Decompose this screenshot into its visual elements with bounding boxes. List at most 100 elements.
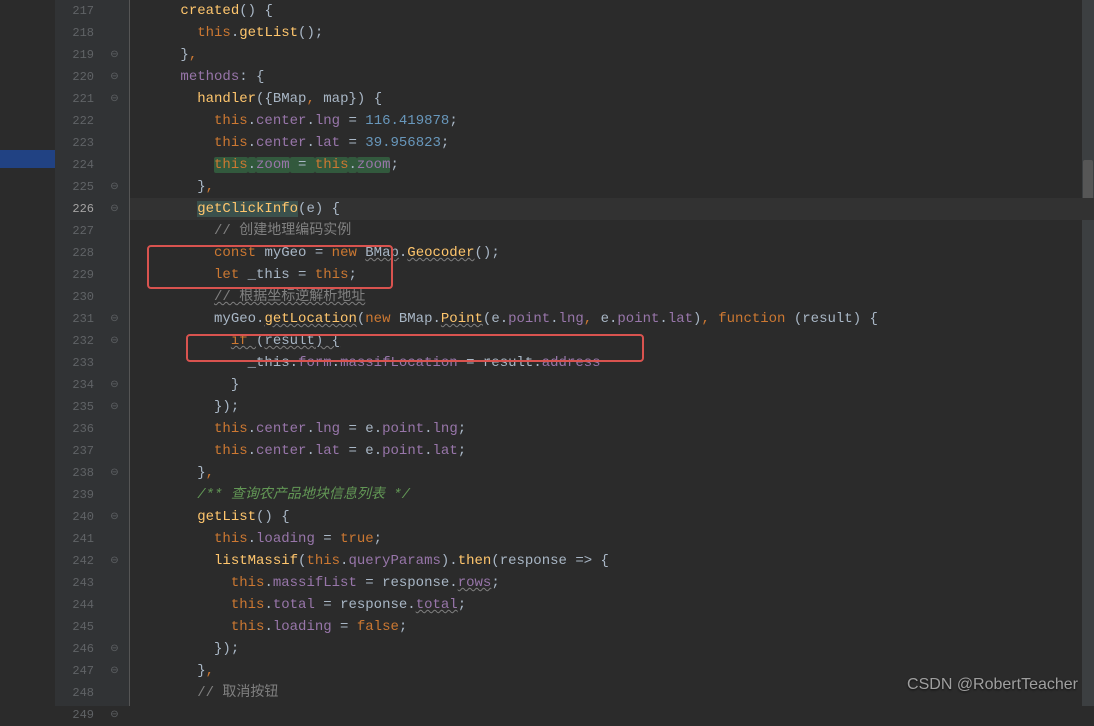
- code-line[interactable]: // 创建地理编码实例: [130, 220, 1094, 242]
- line-number-gutter[interactable]: 2172182192202212222232242252262272282292…: [55, 0, 100, 706]
- code-line[interactable]: _this.form.massifLocation = result.addre…: [130, 352, 1094, 374]
- fold-collapse-icon[interactable]: ⊖: [110, 379, 118, 391]
- line-number[interactable]: 221: [55, 88, 94, 110]
- line-number[interactable]: 222: [55, 110, 94, 132]
- fold-slot[interactable]: ⊖: [100, 66, 129, 88]
- line-number[interactable]: 217: [55, 0, 94, 22]
- fold-slot[interactable]: ⊖: [100, 44, 129, 66]
- fold-collapse-icon[interactable]: ⊖: [110, 401, 118, 413]
- line-number[interactable]: 248: [55, 682, 94, 704]
- line-number[interactable]: 241: [55, 528, 94, 550]
- line-number[interactable]: 220: [55, 66, 94, 88]
- code-line[interactable]: // 取消按钮: [130, 682, 1094, 704]
- line-number[interactable]: 225: [55, 176, 94, 198]
- line-number[interactable]: 245: [55, 616, 94, 638]
- line-number[interactable]: 219: [55, 44, 94, 66]
- line-number[interactable]: 239: [55, 484, 94, 506]
- fold-slot[interactable]: ⊖: [100, 374, 129, 396]
- line-number[interactable]: 234: [55, 374, 94, 396]
- line-number[interactable]: 224: [55, 154, 94, 176]
- code-line[interactable]: this.loading = true;: [130, 528, 1094, 550]
- fold-slot[interactable]: ⊖: [100, 308, 129, 330]
- line-number[interactable]: 232: [55, 330, 94, 352]
- fold-slot[interactable]: ⊖: [100, 396, 129, 418]
- fold-slot[interactable]: ⊖: [100, 330, 129, 352]
- code-line[interactable]: });: [130, 638, 1094, 660]
- fold-collapse-icon[interactable]: ⊖: [110, 71, 118, 83]
- fold-slot[interactable]: ⊖: [100, 704, 129, 726]
- code-line[interactable]: myGeo.getLocation(new BMap.Point(e.point…: [130, 308, 1094, 330]
- code-line[interactable]: this.center.lat = e.point.lat;: [130, 440, 1094, 462]
- code-line[interactable]: },: [130, 176, 1094, 198]
- fold-slot[interactable]: ⊖: [100, 638, 129, 660]
- code-line[interactable]: this.loading = false;: [130, 616, 1094, 638]
- fold-collapse-icon[interactable]: ⊖: [110, 511, 118, 523]
- code-line[interactable]: getClickInfo(e) {: [130, 198, 1094, 220]
- line-number[interactable]: 244: [55, 594, 94, 616]
- fold-collapse-icon[interactable]: ⊖: [110, 467, 118, 479]
- code-line[interactable]: this.center.lng = 116.419878;: [130, 110, 1094, 132]
- code-line[interactable]: handler({BMap, map}) {: [130, 88, 1094, 110]
- fold-collapse-icon[interactable]: ⊖: [110, 335, 118, 347]
- fold-slot[interactable]: ⊖: [100, 550, 129, 572]
- fold-slot[interactable]: ⊖: [100, 660, 129, 682]
- code-line[interactable]: this.center.lat = 39.956823;: [130, 132, 1094, 154]
- fold-collapse-icon[interactable]: ⊖: [110, 203, 118, 215]
- code-line[interactable]: this.getList();: [130, 22, 1094, 44]
- fold-collapse-icon[interactable]: ⊖: [110, 49, 118, 61]
- line-number[interactable]: 230: [55, 286, 94, 308]
- code-line[interactable]: let _this = this;: [130, 264, 1094, 286]
- code-line[interactable]: this.center.lng = e.point.lng;: [130, 418, 1094, 440]
- line-number[interactable]: 249: [55, 704, 94, 726]
- line-number[interactable]: 238: [55, 462, 94, 484]
- fold-slot[interactable]: ⊖: [100, 198, 129, 220]
- line-number[interactable]: 236: [55, 418, 94, 440]
- line-number[interactable]: 231: [55, 308, 94, 330]
- line-number[interactable]: 223: [55, 132, 94, 154]
- fold-collapse-icon[interactable]: ⊖: [110, 643, 118, 655]
- fold-collapse-icon[interactable]: ⊖: [110, 665, 118, 677]
- code-line[interactable]: if (result) {: [130, 330, 1094, 352]
- line-number[interactable]: 233: [55, 352, 94, 374]
- code-line[interactable]: /** 查询农产品地块信息列表 */: [130, 484, 1094, 506]
- line-number[interactable]: 228: [55, 242, 94, 264]
- fold-collapse-icon[interactable]: ⊖: [110, 555, 118, 567]
- line-number[interactable]: 246: [55, 638, 94, 660]
- code-area[interactable]: created() { this.getList(); }, methods: …: [130, 0, 1094, 706]
- line-number[interactable]: 218: [55, 22, 94, 44]
- line-number[interactable]: 247: [55, 660, 94, 682]
- line-number[interactable]: 227: [55, 220, 94, 242]
- code-line[interactable]: methods: {: [130, 66, 1094, 88]
- code-line[interactable]: },: [130, 660, 1094, 682]
- fold-collapse-icon[interactable]: ⊖: [110, 181, 118, 193]
- code-line[interactable]: this.zoom = this.zoom;: [130, 154, 1094, 176]
- line-number[interactable]: 243: [55, 572, 94, 594]
- fold-collapse-icon[interactable]: ⊖: [110, 313, 118, 325]
- code-token: [130, 531, 214, 547]
- code-token: .: [332, 355, 340, 371]
- fold-collapse-icon[interactable]: ⊖: [110, 709, 118, 721]
- fold-slot[interactable]: ⊖: [100, 88, 129, 110]
- line-number[interactable]: 237: [55, 440, 94, 462]
- code-line[interactable]: },: [130, 44, 1094, 66]
- fold-collapse-icon[interactable]: ⊖: [110, 93, 118, 105]
- code-line[interactable]: });: [130, 396, 1094, 418]
- line-number[interactable]: 226: [55, 198, 94, 220]
- fold-slot[interactable]: ⊖: [100, 462, 129, 484]
- code-line[interactable]: this.total = response.total;: [130, 594, 1094, 616]
- code-line[interactable]: listMassif(this.queryParams).then(respon…: [130, 550, 1094, 572]
- code-line[interactable]: this.massifList = response.rows;: [130, 572, 1094, 594]
- code-line[interactable]: created() {: [130, 0, 1094, 22]
- code-line[interactable]: const myGeo = new BMap.Geocoder();: [130, 242, 1094, 264]
- fold-gutter[interactable]: ⊖⊖⊖⊖⊖⊖⊖⊖⊖⊖⊖⊖⊖⊖⊖: [100, 0, 130, 706]
- code-line[interactable]: // 根据坐标逆解析地址: [130, 286, 1094, 308]
- code-line[interactable]: }: [130, 374, 1094, 396]
- line-number[interactable]: 240: [55, 506, 94, 528]
- line-number[interactable]: 242: [55, 550, 94, 572]
- fold-slot[interactable]: ⊖: [100, 506, 129, 528]
- code-line[interactable]: },: [130, 462, 1094, 484]
- fold-slot[interactable]: ⊖: [100, 176, 129, 198]
- code-line[interactable]: getList() {: [130, 506, 1094, 528]
- line-number[interactable]: 229: [55, 264, 94, 286]
- line-number[interactable]: 235: [55, 396, 94, 418]
